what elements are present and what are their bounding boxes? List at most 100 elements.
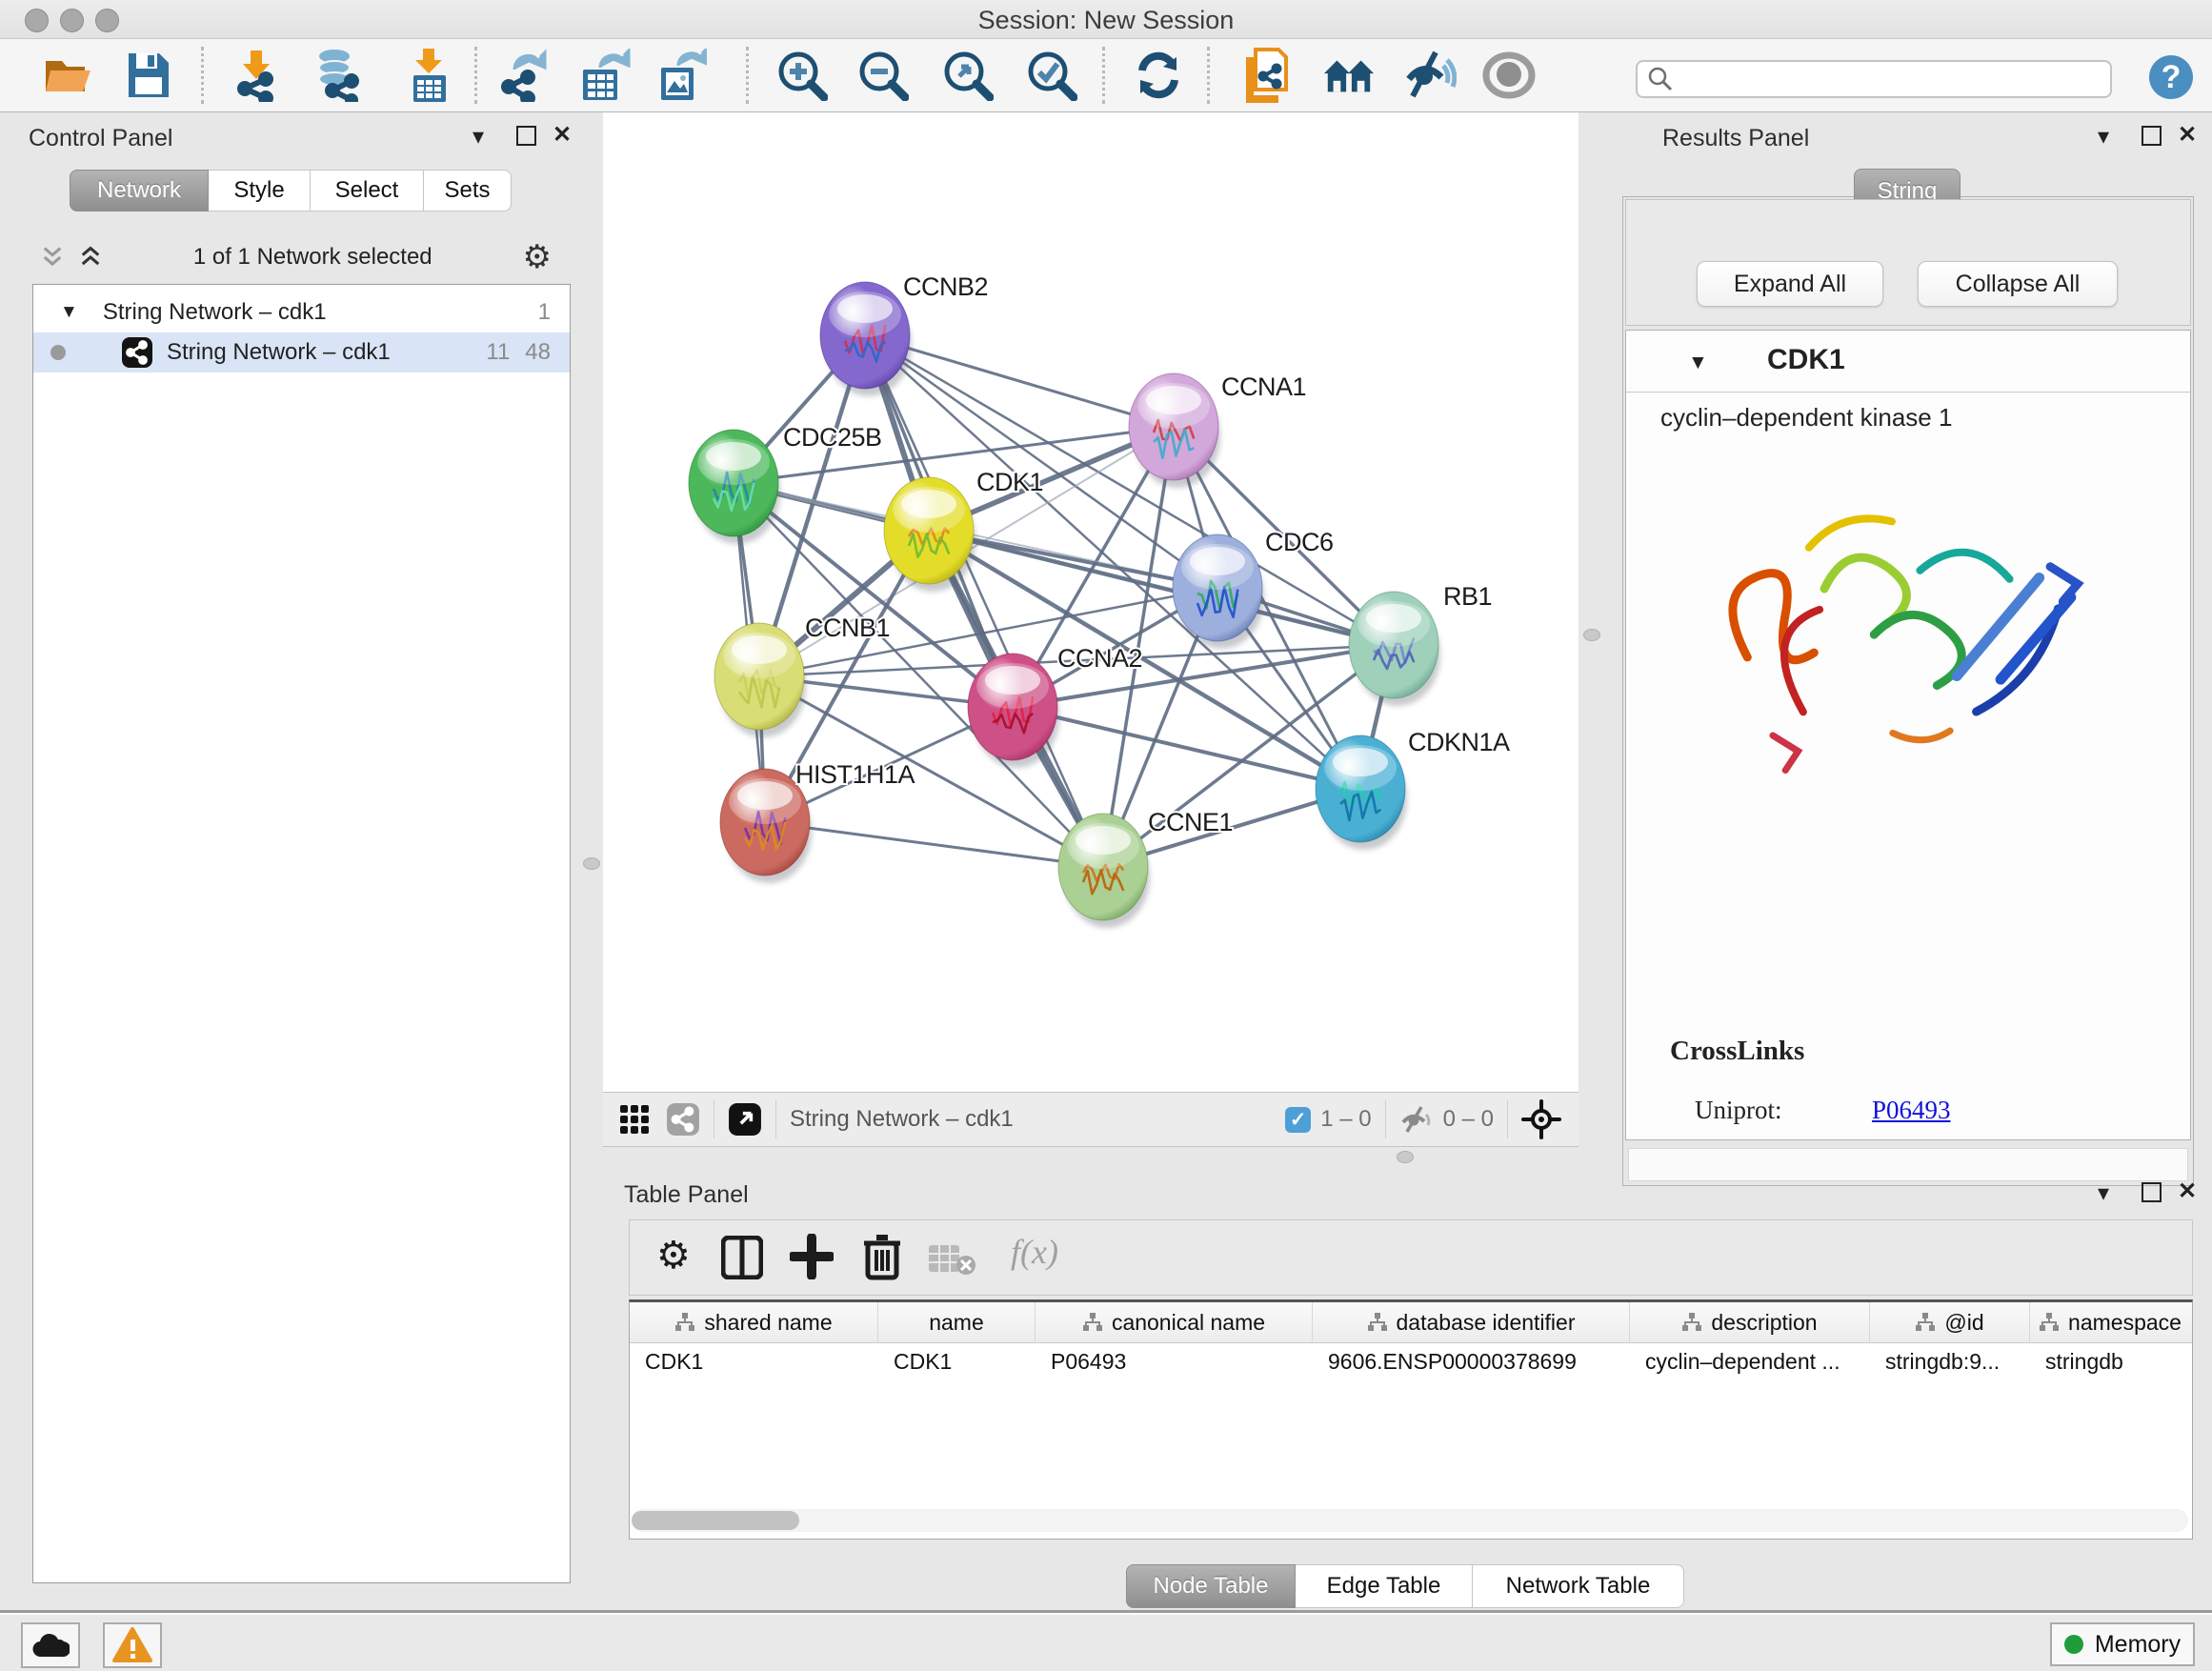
network-edge[interactable]: [765, 822, 1103, 867]
node-table: shared name name canonical name database…: [629, 1299, 2193, 1540]
network-node-label: CDK1: [976, 468, 1043, 496]
results-horizontal-scrollbar[interactable]: [1628, 1148, 2188, 1181]
grid-view-icon[interactable]: [618, 1103, 651, 1136]
hidden-node-edge-counts: 0 – 0: [1443, 1106, 1494, 1133]
uniprot-link[interactable]: P06493: [1872, 1096, 1951, 1124]
tab-network-table[interactable]: Network Table: [1473, 1564, 1684, 1608]
network-edge[interactable]: [1013, 707, 1360, 789]
column-header[interactable]: description: [1630, 1302, 1870, 1342]
refresh-icon: [1135, 51, 1182, 99]
network-status-dot: [50, 345, 66, 360]
column-type-icon: [1367, 1312, 1388, 1333]
network-node-RB1[interactable]: [1349, 592, 1440, 706]
search-input[interactable]: [1674, 65, 2078, 93]
network-node-CDC25B[interactable]: [689, 430, 780, 544]
search-field[interactable]: [1636, 60, 2112, 98]
zoom-fit-button[interactable]: [941, 49, 995, 102]
expand-all-icon[interactable]: [78, 245, 103, 270]
open-session-button[interactable]: [42, 49, 95, 102]
column-header[interactable]: database identifier: [1313, 1302, 1630, 1342]
expand-all-button[interactable]: Expand All: [1697, 261, 1883, 307]
network-node-label: CCNB1: [805, 614, 890, 642]
vertical-splitter-handle[interactable]: [1583, 629, 1600, 641]
show-panels-button[interactable]: [1482, 49, 1536, 102]
tab-node-table[interactable]: Node Table: [1126, 1564, 1296, 1608]
column-header[interactable]: canonical name: [1036, 1302, 1313, 1342]
protein-expander-icon[interactable]: ▼: [1688, 352, 1708, 374]
refresh-button[interactable]: [1132, 49, 1185, 102]
show-columns-icon[interactable]: [721, 1236, 763, 1279]
protein-structure-image: [1679, 445, 2126, 816]
detach-view-icon[interactable]: [728, 1102, 762, 1137]
column-header[interactable]: shared name: [630, 1302, 878, 1342]
collection-expander-icon[interactable]: ▼: [60, 302, 78, 323]
column-header[interactable]: @id: [1870, 1302, 2030, 1342]
table-settings-gear-icon[interactable]: ⚙: [656, 1234, 691, 1278]
collapse-all-icon[interactable]: [40, 245, 65, 270]
network-node-CDK1[interactable]: [884, 477, 975, 592]
zoom-selected-button[interactable]: [1025, 49, 1078, 102]
import-table-file-button[interactable]: [402, 49, 455, 102]
tab-sets[interactable]: Sets: [424, 170, 512, 211]
cloud-button[interactable]: [21, 1622, 80, 1668]
import-network-database-button[interactable]: [311, 49, 364, 102]
network-node-CDKN1A[interactable]: [1316, 735, 1407, 850]
selected-checkbox-icon[interactable]: ✓: [1285, 1107, 1311, 1133]
panel-menu-icon[interactable]: ▾: [2098, 1182, 2109, 1205]
network-options-gear-icon[interactable]: ⚙: [523, 238, 552, 276]
import-network-file-button[interactable]: [231, 49, 284, 102]
network-node-CCNB1[interactable]: [714, 623, 806, 737]
warning-icon: [112, 1627, 152, 1663]
tab-select[interactable]: Select: [311, 170, 424, 211]
warnings-button[interactable]: [103, 1622, 162, 1668]
vertical-splitter-handle[interactable]: [583, 857, 600, 870]
clone-network-button[interactable]: [1240, 49, 1294, 102]
export-table-button[interactable]: [579, 49, 633, 102]
import-table-icon: [408, 49, 450, 102]
network-node-CDC6[interactable]: [1173, 534, 1264, 649]
network-node-label: CDC25B: [783, 423, 882, 452]
memory-button[interactable]: Memory: [2050, 1622, 2195, 1666]
network-node-CCNA2[interactable]: [968, 654, 1059, 768]
tab-network[interactable]: Network: [70, 170, 209, 211]
collapse-all-button[interactable]: Collapse All: [1918, 261, 2118, 307]
search-icon: [1647, 66, 1674, 92]
network-node-CCNA1[interactable]: [1129, 373, 1220, 488]
panel-close-icon[interactable]: ✕: [553, 124, 572, 147]
delete-column-trash-icon[interactable]: [862, 1232, 902, 1281]
network-node-CCNB2[interactable]: [820, 282, 912, 396]
save-session-button[interactable]: [122, 49, 175, 102]
cell-canonical-name: P06493: [1036, 1349, 1313, 1375]
hide-panels-button[interactable]: [1403, 49, 1457, 102]
create-column-plus-icon[interactable]: [790, 1234, 834, 1279]
zoom-in-button[interactable]: [775, 49, 829, 102]
network-row[interactable]: String Network – cdk1 11 48: [33, 332, 570, 372]
panel-close-icon[interactable]: ✕: [2178, 124, 2197, 147]
network-collection-row[interactable]: ▼ String Network – cdk1 1: [33, 292, 570, 332]
horizontal-splitter-handle[interactable]: [1397, 1151, 1414, 1163]
network-canvas[interactable]: CCNB2CCNA1CDC25BCDK1CDC6RB1CCNB1CCNA2CDK…: [603, 112, 1579, 1092]
panel-float-icon[interactable]: [516, 126, 536, 151]
home-button[interactable]: [1322, 49, 1376, 102]
zoom-out-button[interactable]: [856, 49, 910, 102]
help-button[interactable]: ?: [2149, 55, 2193, 99]
table-row[interactable]: CDK1 CDK1 P06493 9606.ENSP00000378699 cy…: [630, 1343, 2192, 1379]
birds-eye-view-icon[interactable]: [1521, 1099, 1561, 1139]
panel-float-icon[interactable]: [2142, 126, 2162, 151]
network-share-icon[interactable]: [666, 1102, 700, 1137]
export-network-button[interactable]: [499, 49, 553, 102]
tab-style[interactable]: Style: [209, 170, 311, 211]
export-image-button[interactable]: [655, 49, 709, 102]
table-panel-title: Table Panel: [624, 1181, 749, 1209]
network-node-label: CDC6: [1265, 528, 1334, 556]
scrollbar-thumb[interactable]: [632, 1511, 799, 1530]
panel-float-icon[interactable]: [2142, 1182, 2162, 1207]
panel-menu-icon[interactable]: ▾: [2098, 126, 2109, 149]
tab-edge-table[interactable]: Edge Table: [1296, 1564, 1473, 1608]
panel-close-icon[interactable]: ✕: [2178, 1180, 2197, 1203]
table-horizontal-scrollbar[interactable]: [632, 1509, 2188, 1532]
column-header[interactable]: name: [878, 1302, 1036, 1342]
panel-menu-icon[interactable]: ▾: [473, 126, 484, 149]
column-header[interactable]: namespace: [2030, 1302, 2190, 1342]
network-node-CCNE1[interactable]: [1058, 814, 1150, 928]
